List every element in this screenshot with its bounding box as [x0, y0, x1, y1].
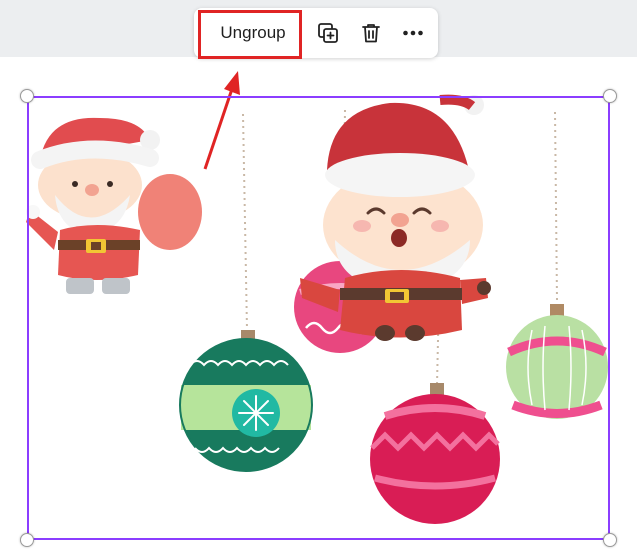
resize-handle-top-left[interactable]: [20, 89, 34, 103]
design-canvas: [26, 71, 608, 524]
ornament-red-zigzag: [370, 383, 500, 524]
annotation-arrow: [203, 71, 240, 170]
resize-handle-top-right[interactable]: [603, 89, 617, 103]
santa-with-hat: [300, 94, 491, 341]
resize-handle-bottom-left[interactable]: [20, 533, 34, 547]
ornament-green-striped: [506, 304, 608, 419]
santa-with-sack: [26, 117, 202, 294]
resize-handle-bottom-right[interactable]: [603, 533, 617, 547]
ornament-green-snowflake: [179, 330, 313, 472]
